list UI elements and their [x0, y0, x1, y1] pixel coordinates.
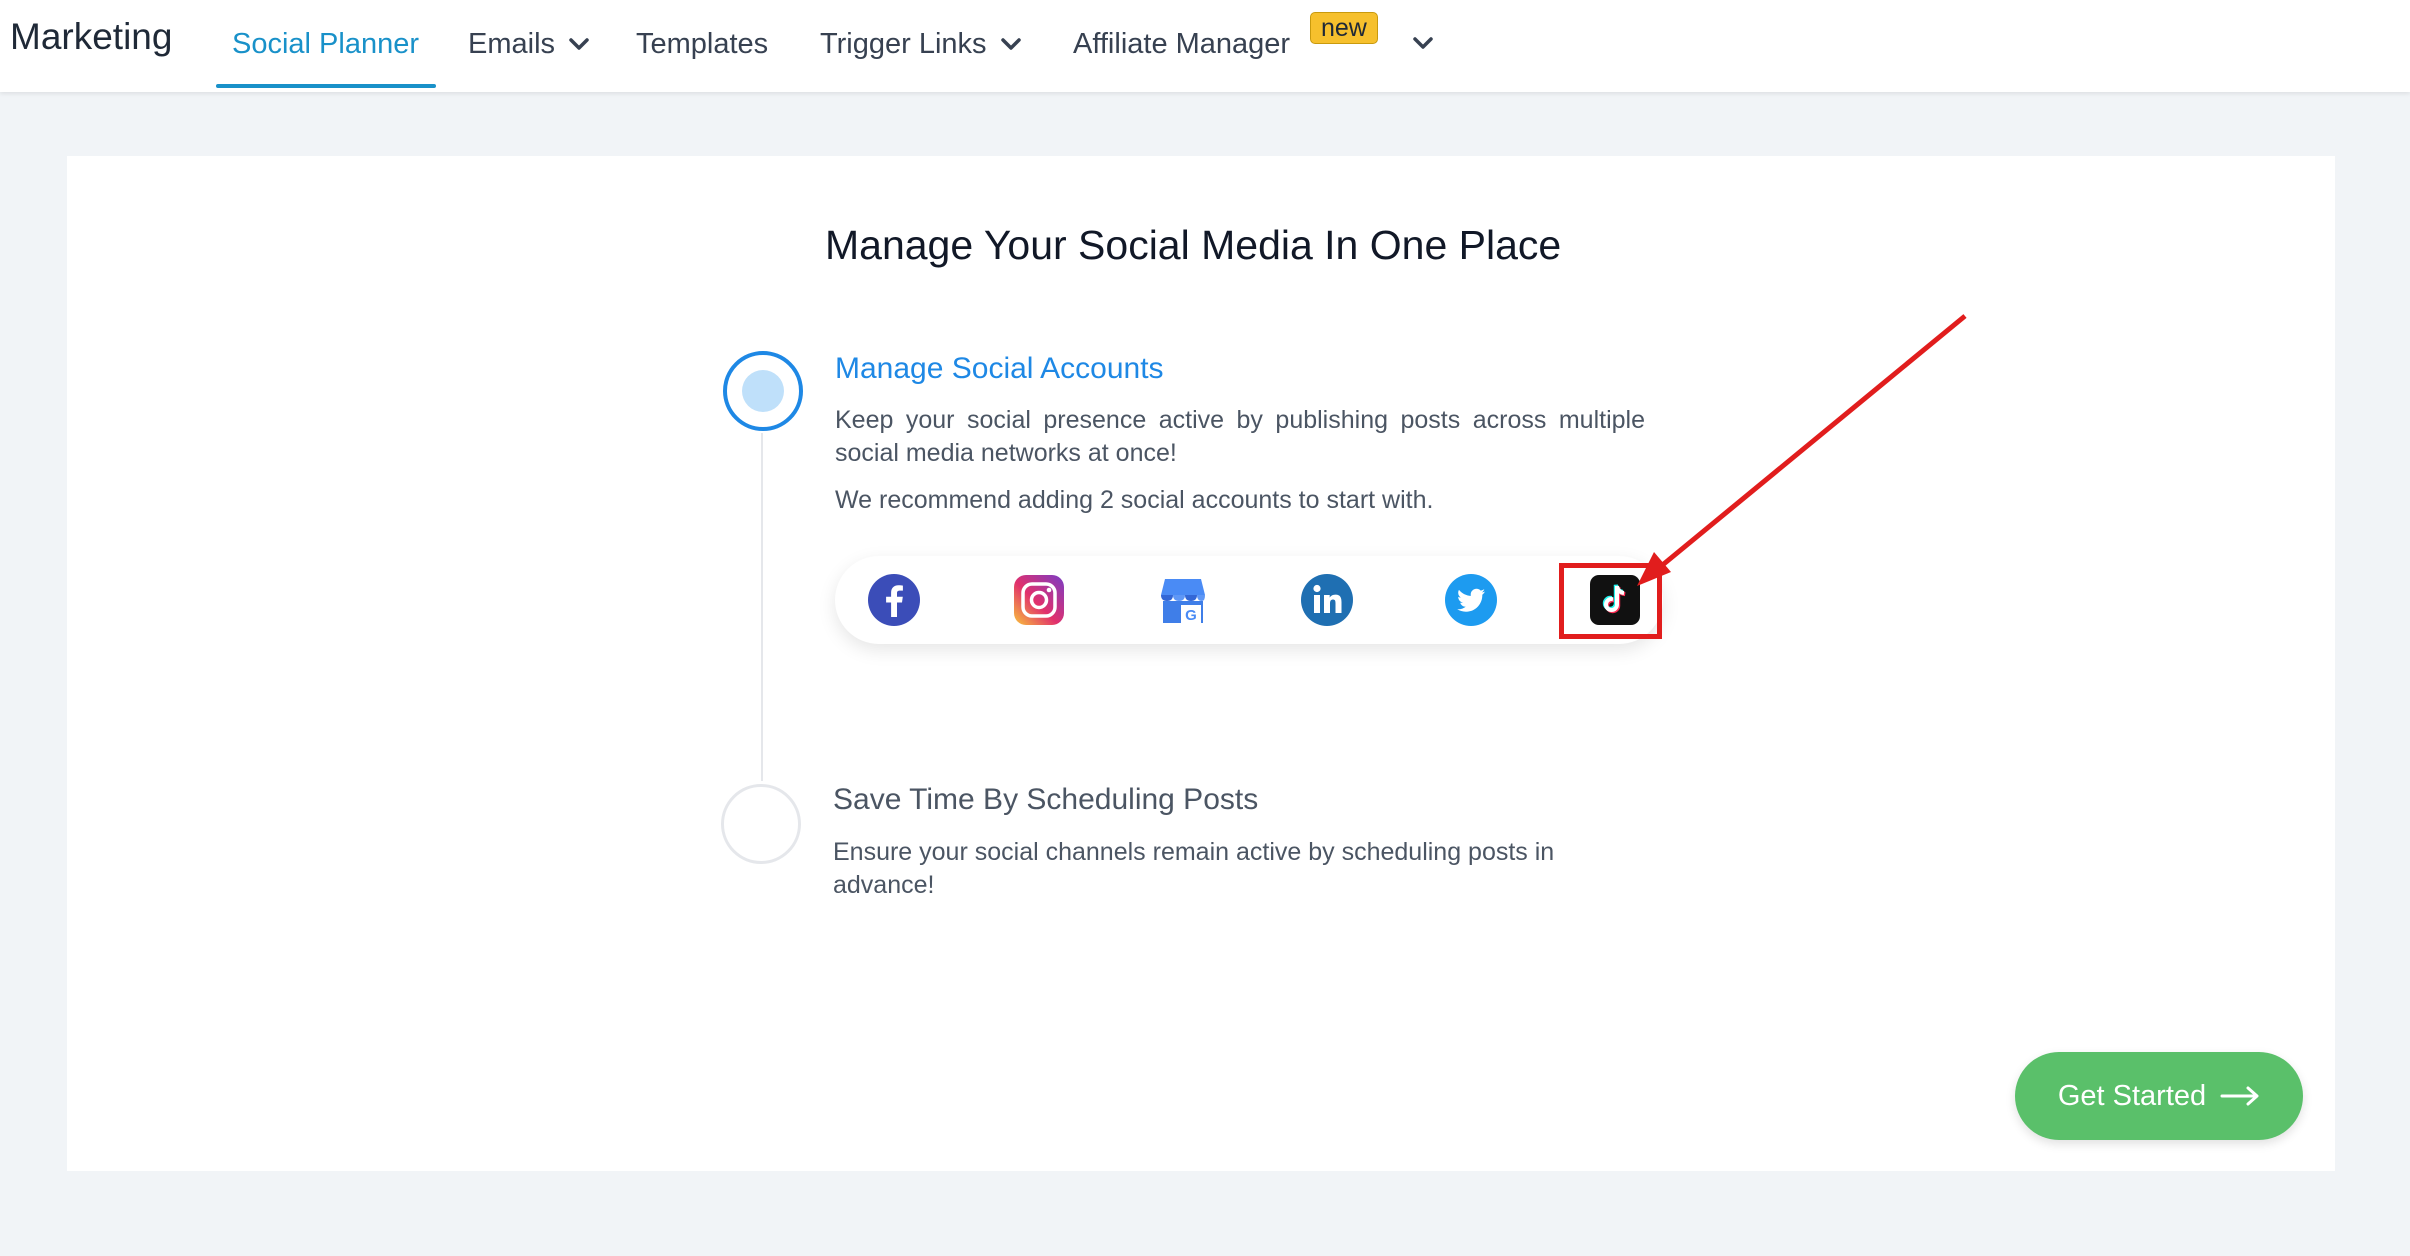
google-business-icon[interactable]: G [1156, 573, 1210, 627]
chevron-down-icon[interactable] [1413, 36, 1433, 50]
brand-title: Marketing [10, 16, 173, 57]
step-connector [761, 433, 763, 781]
tab-label: Social Planner [232, 27, 419, 60]
instagram-icon[interactable] [1012, 573, 1066, 627]
twitter-icon[interactable] [1444, 573, 1498, 627]
tab-label: Templates [636, 27, 769, 60]
step-indicator-inactive [721, 784, 801, 864]
tiktok-icon[interactable] [1588, 573, 1642, 627]
tab-emails[interactable]: Emails [468, 24, 589, 64]
onboarding-card [67, 156, 2335, 1171]
tab-label: Emails [468, 27, 556, 60]
get-started-button[interactable]: Get Started [2015, 1052, 2303, 1140]
active-tab-indicator [216, 84, 436, 88]
arrow-right-icon [2220, 1086, 2259, 1106]
facebook-icon[interactable] [867, 573, 921, 627]
step-recommendation: We recommend adding 2 social accounts to… [835, 486, 1434, 514]
tab-trigger-links[interactable]: Trigger Links [820, 24, 1021, 64]
button-label: Get Started [2057, 1079, 2207, 1112]
chevron-down-icon [1000, 38, 1021, 50]
new-badge: new [1310, 12, 1378, 44]
step-title: Manage Social Accounts [835, 352, 1164, 385]
step-description: Keep your social presence active by publ… [835, 406, 1645, 467]
step-indicator-dot [742, 370, 784, 412]
step-title: Save Time By Scheduling Posts [833, 783, 1259, 816]
svg-text:G: G [1185, 607, 1197, 624]
tab-affiliate-manager[interactable]: Affiliate Manager [1073, 24, 1290, 64]
tab-label: Trigger Links [820, 27, 987, 60]
top-navigation: Marketing Social Planner Emails Template… [0, 0, 2410, 92]
social-accounts-bar [835, 556, 1663, 644]
tab-label: Affiliate Manager [1073, 27, 1291, 60]
page-title: Manage Your Social Media In One Place [825, 222, 1562, 268]
linkedin-icon[interactable] [1300, 573, 1354, 627]
tab-templates[interactable]: Templates [636, 24, 768, 64]
tab-social-planner[interactable]: Social Planner [232, 24, 419, 64]
chevron-down-icon [569, 38, 589, 50]
step-description: Ensure your social channels remain activ… [833, 838, 1555, 899]
